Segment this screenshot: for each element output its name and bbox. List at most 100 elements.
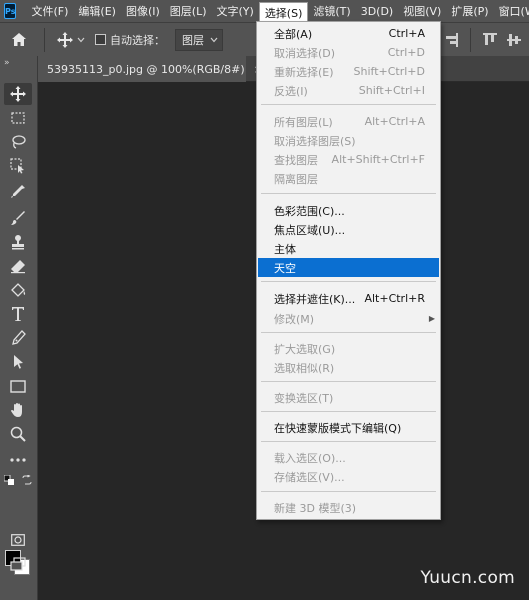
menu-item-isolate-layers[interactable]: 隔离图层 <box>258 169 439 188</box>
menu-view[interactable]: 视图(V) <box>398 0 446 22</box>
align-top-icon[interactable] <box>483 33 497 47</box>
menu-item-deselect-layers[interactable]: 取消选择图层(S) <box>258 131 439 150</box>
menu-bar: Ps 文件(F) 编辑(E) 图像(I) 图层(L) 文字(Y) 选择(S) 滤… <box>0 0 529 22</box>
move-icon <box>57 31 73 48</box>
more-dots-icon <box>10 458 26 462</box>
panel-collapse-icon[interactable]: » <box>0 56 37 70</box>
default-colors-button[interactable] <box>2 473 16 487</box>
object-selection-icon <box>10 158 24 174</box>
menu-filter[interactable]: 滤镜(T) <box>308 0 355 22</box>
tool-screen-mode[interactable] <box>4 553 32 575</box>
menu-item-new-3d-model[interactable]: 新建 3D 模型(3) <box>258 498 439 517</box>
pen-icon <box>12 330 26 345</box>
menu-item-sky[interactable]: 天空 <box>258 258 439 277</box>
divider <box>470 28 471 52</box>
zoom-icon <box>10 426 26 442</box>
menu-item-find-layers[interactable]: 查找图层 Alt+Shift+Ctrl+F <box>258 150 439 169</box>
auto-select-label: 自动选择： <box>110 33 165 47</box>
tool-marquee[interactable] <box>4 107 32 129</box>
menu-item-modify[interactable]: 修改(M) ▶ <box>258 309 439 328</box>
tool-hand[interactable] <box>4 399 32 421</box>
tool-object-selection[interactable] <box>4 155 32 177</box>
tool-eraser[interactable] <box>4 255 32 277</box>
menu-item-load-selection[interactable]: 载入选区(O)... <box>258 448 439 467</box>
menu-item-shortcut: Shift+Ctrl+D <box>353 65 425 78</box>
menu-item-label: 新建 3D 模型(3) <box>274 501 357 515</box>
tool-paint-bucket[interactable] <box>4 279 32 301</box>
tool-pen[interactable] <box>4 327 32 349</box>
auto-select-checkbox[interactable] <box>95 34 106 45</box>
tools-panel: » <box>0 56 38 600</box>
menu-type[interactable]: 文字(Y) <box>212 0 259 22</box>
menu-item-all-layers[interactable]: 所有图层(L) Alt+Ctrl+A <box>258 112 439 131</box>
menu-select[interactable]: 选择(S) <box>258 2 309 22</box>
menu-edit[interactable]: 编辑(E) <box>73 0 121 22</box>
menu-item-label: 选择并遮住(K)... <box>274 292 356 306</box>
auto-select-target-dropdown[interactable]: 图层 <box>175 28 223 51</box>
tool-brush[interactable] <box>4 207 32 229</box>
menu-item-label: 重新选择(E) <box>274 65 334 79</box>
menu-item-focus-area[interactable]: 焦点区域(U)... <box>258 220 439 239</box>
marquee-icon <box>11 112 25 124</box>
menu-window[interactable]: 窗口(W) <box>494 0 529 22</box>
swap-arrows-icon <box>22 475 32 485</box>
stamp-icon <box>12 235 24 250</box>
menu-item-label: 焦点区域(U)... <box>274 223 346 237</box>
menu-item-transform-selection[interactable]: 变换选区(T) <box>258 388 439 407</box>
menu-item-save-selection[interactable]: 存储选区(V)... <box>258 467 439 486</box>
tool-rectangle[interactable] <box>4 375 32 397</box>
menu-layer[interactable]: 图层(L) <box>165 0 212 22</box>
menu-item-label: 隔离图层 <box>274 172 318 186</box>
menu-item-reselect[interactable]: 重新选择(E) Shift+Ctrl+D <box>258 62 439 81</box>
menu-item-deselect[interactable]: 取消选择(D) Ctrl+D <box>258 43 439 62</box>
document-tab[interactable]: 53935113_p0.jpg @ 100%(RGB/8#) × <box>38 56 263 82</box>
tool-path-selection[interactable] <box>4 351 32 373</box>
tool-eyedropper[interactable] <box>4 181 32 203</box>
menu-plugins[interactable]: 扩展(P) <box>446 0 493 22</box>
align-right-icon[interactable] <box>444 33 458 47</box>
menu-item-label: 变换选区(T) <box>274 391 334 405</box>
menu-item-label: 取消选择(D) <box>274 46 336 60</box>
eyedropper-icon <box>11 185 25 198</box>
menu-item-grow[interactable]: 扩大选取(G) <box>258 339 439 358</box>
auto-select-target-value: 图层 <box>182 33 204 47</box>
menu-item-quick-mask-edit[interactable]: 在快速蒙版模式下编辑(Q) <box>258 418 439 437</box>
menu-item-label: 色彩范围(C)... <box>274 204 345 218</box>
menu-divider <box>261 441 436 442</box>
divider <box>44 27 45 52</box>
tool-type[interactable] <box>4 303 32 325</box>
menu-item-label: 选取相似(R) <box>274 361 335 375</box>
lasso-icon <box>12 135 26 149</box>
home-button[interactable] <box>0 23 38 57</box>
menu-item-similar[interactable]: 选取相似(R) <box>258 358 439 377</box>
tool-move[interactable] <box>4 83 32 105</box>
menu-item-select-and-mask[interactable]: 选择并遮住(K)... Alt+Ctrl+R <box>258 289 439 308</box>
menu-divider <box>261 381 436 382</box>
menu-item-shortcut: Ctrl+A <box>388 27 425 40</box>
hand-icon <box>11 403 22 417</box>
tool-more[interactable] <box>4 449 32 471</box>
menu-item-label: 存储选区(V)... <box>274 470 345 484</box>
menu-divider <box>261 411 436 412</box>
menu-file[interactable]: 文件(F) <box>26 0 73 22</box>
menu-3d[interactable]: 3D(D) <box>356 0 399 22</box>
menu-item-subject[interactable]: 主体 <box>258 239 439 258</box>
move-tool-preset[interactable] <box>57 31 85 48</box>
quick-mask-icon <box>11 534 25 546</box>
menu-item-label: 所有图层(L) <box>274 115 333 129</box>
menu-item-color-range[interactable]: 色彩范围(C)... <box>258 201 439 220</box>
watermark-text: Yuucn.com <box>420 568 515 588</box>
menu-item-select-all[interactable]: 全部(A) Ctrl+A <box>258 24 439 43</box>
align-middle-icon[interactable] <box>507 33 521 47</box>
tool-clone-stamp[interactable] <box>4 231 32 253</box>
menu-divider <box>261 193 436 194</box>
menu-item-inverse[interactable]: 反选(I) Shift+Ctrl+I <box>258 81 439 100</box>
tool-quick-mask[interactable] <box>4 529 32 551</box>
menu-item-shortcut: Shift+Ctrl+I <box>358 84 425 97</box>
swap-colors-button[interactable] <box>20 473 34 487</box>
document-tab-title: 53935113_p0.jpg @ 100%(RGB/8#) <box>47 62 245 76</box>
tool-lasso[interactable] <box>4 131 32 153</box>
menu-image[interactable]: 图像(I) <box>121 0 165 22</box>
tool-zoom[interactable] <box>4 423 32 445</box>
app-logo-icon: Ps <box>4 3 17 19</box>
